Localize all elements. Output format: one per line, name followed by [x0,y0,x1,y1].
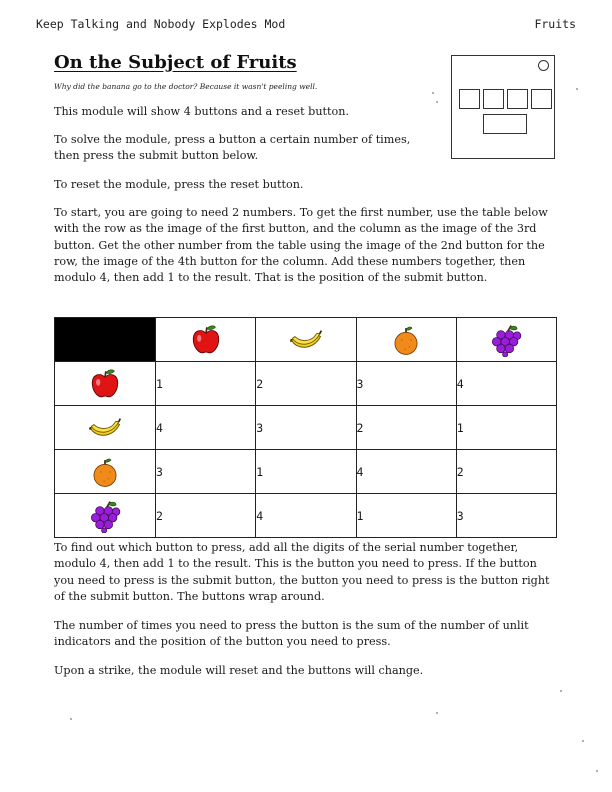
banana-icon [289,329,322,348]
column-header-orange [355,317,457,362]
status-led [538,60,549,71]
table-cell: 4 [255,493,357,538]
grapes-icon [492,324,522,357]
module-button-3 [507,89,528,109]
table-cell: 1 [355,493,457,538]
module-diagram [451,55,555,159]
paper-speck [436,101,438,103]
column-header-banana [255,317,357,362]
orange-icon [394,326,418,355]
module-button-1 [459,89,480,109]
paper-speck [596,770,598,772]
table-cell: 4 [455,361,558,406]
table-cell: 4 [154,405,257,450]
module-reset-button [483,114,527,134]
tagline: Why did the banana go to the doctor? Bec… [54,82,318,91]
apple-icon [91,369,119,397]
paper-speck [576,88,578,90]
table-cell: 1 [455,405,558,450]
paper-speck [70,718,72,720]
column-header-apple [154,317,257,362]
paper-speck [560,690,562,692]
table-row: 3 1 4 2 [54,449,558,494]
row-header-apple [54,361,156,406]
table-row: 2 4 1 3 [54,493,558,538]
grapes-icon [91,500,121,533]
orange-icon [93,458,117,487]
table-header-row [54,317,558,362]
column-header-grapes [455,317,558,362]
row-header-orange [54,449,156,494]
table-cell: 3 [154,449,257,494]
table-cell: 4 [355,449,457,494]
table-cell: 3 [255,405,357,450]
table-cell: 2 [355,405,457,450]
table-cell: 1 [154,361,257,406]
page-title: On the Subject of Fruits [54,52,297,73]
paper-speck [432,92,434,94]
paragraph-press-count: The number of times you need to press th… [54,619,529,649]
module-button-2 [483,89,504,109]
row-header-grapes [54,493,156,538]
table-row: 1 2 3 4 [54,361,558,406]
module-button-4 [531,89,552,109]
banana-icon [88,417,122,436]
table-row: 4 3 2 1 [54,405,558,450]
fruit-table: 1 2 3 4 4 3 2 1 3 1 4 2 2 4 1 3 [54,317,558,538]
paragraph-reset: To reset the module, press the reset but… [54,178,304,191]
table-cell: 3 [455,493,558,538]
paper-speck [582,740,584,742]
paragraph-intro: This module will show 4 buttons and a re… [54,105,350,118]
table-cell: 3 [355,361,457,406]
table-cell: 2 [255,361,357,406]
page-header-right: Fruits [534,17,576,31]
paper-speck [436,712,438,714]
table-cell: 1 [255,449,357,494]
paragraph-solve: To solve the module, press a button a ce… [54,133,411,163]
paragraph-find-button: To find out which button to press, add a… [54,541,550,603]
apple-icon [192,325,219,353]
page-header-left: Keep Talking and Nobody Explodes Mod [36,17,286,31]
table-corner-cell [54,317,156,362]
paragraph-strike: Upon a strike, the module will reset and… [54,664,424,677]
table-cell: 2 [154,493,257,538]
table-cell: 2 [455,449,558,494]
paragraph-start: To start, you are going to need 2 number… [54,206,548,285]
row-header-banana [54,405,156,450]
